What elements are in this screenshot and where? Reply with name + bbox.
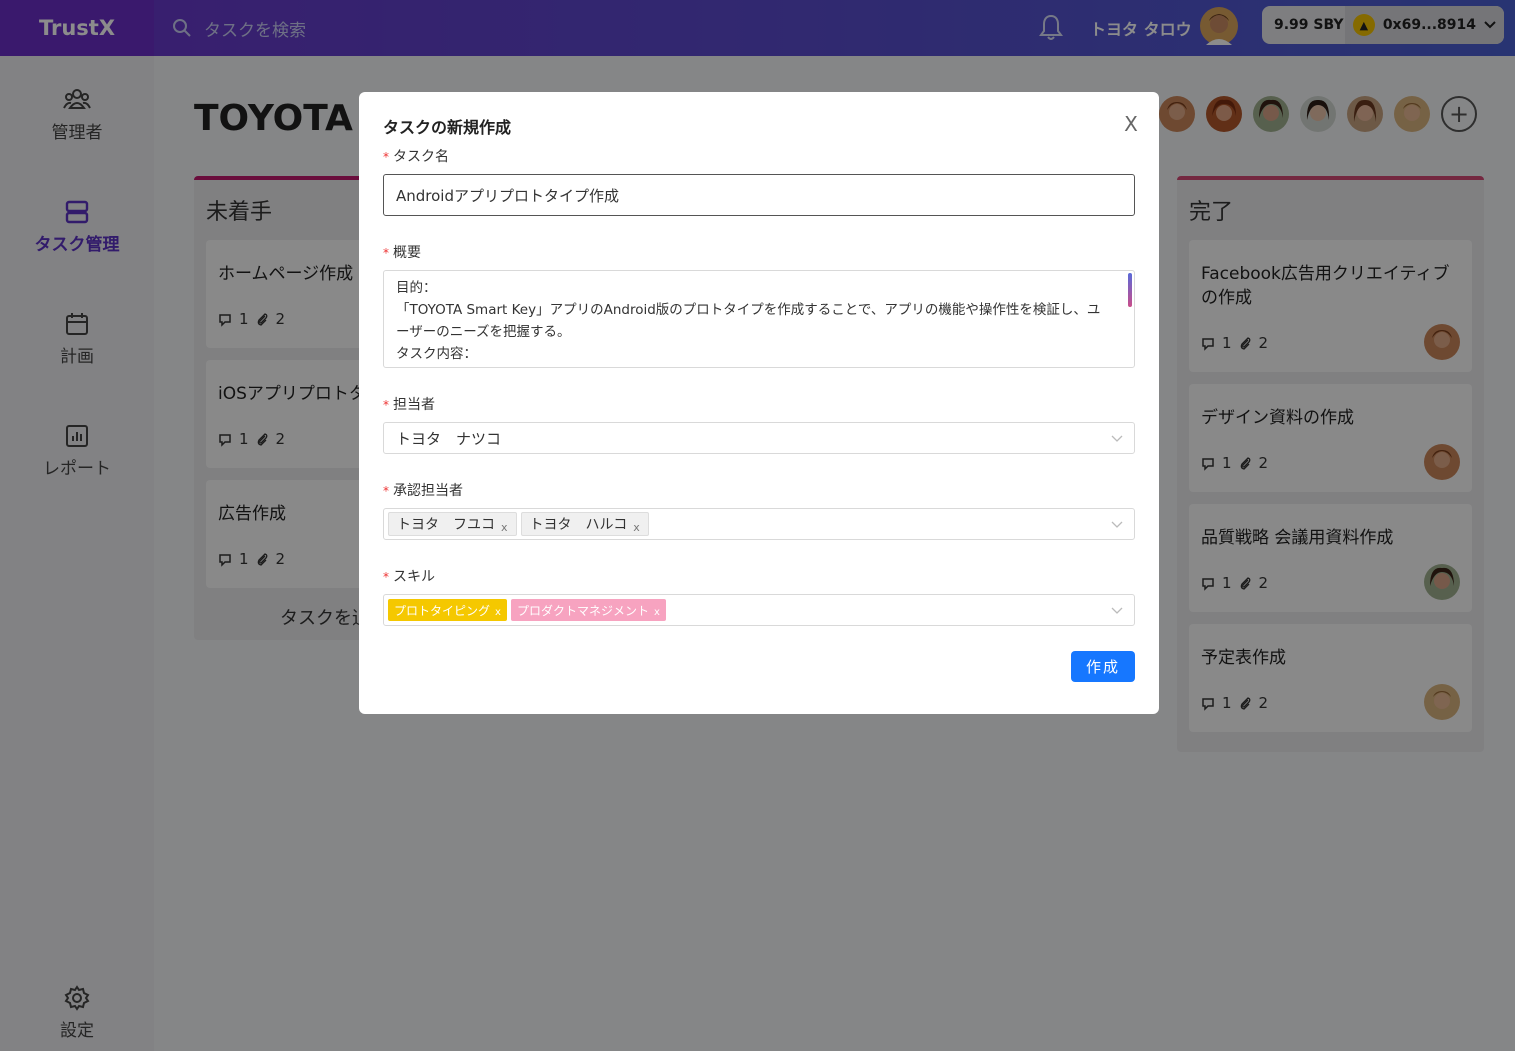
tag-label: プロダクトマネジメント (516, 603, 649, 618)
chevron-down-icon (1111, 435, 1123, 442)
task-name-label: * タスク名 (383, 146, 449, 166)
skill-label: * スキル (383, 566, 435, 586)
assignee-select[interactable]: トヨタ ナツコ (383, 422, 1135, 454)
tag-remove-icon[interactable]: x (501, 521, 508, 534)
approver-multiselect[interactable]: トヨタ フユコ x トヨタ ハルコ x (383, 508, 1135, 540)
tag-label: トヨタ フユコ (397, 517, 495, 533)
tag-remove-icon[interactable]: x (495, 607, 501, 618)
tag-remove-icon[interactable]: x (633, 521, 640, 534)
required-mark: * (383, 398, 389, 412)
summary-label: * 概要 (383, 242, 421, 262)
assignee-value: トヨタ ナツコ (396, 429, 502, 448)
required-mark: * (383, 484, 389, 498)
label-text: スキル (393, 569, 435, 585)
label-text: タスク名 (393, 149, 449, 165)
label-text: 概要 (393, 245, 421, 261)
tag-label: トヨタ ハルコ (529, 517, 628, 533)
close-icon[interactable]: X (1121, 114, 1141, 134)
summary-line: 目的： (396, 280, 437, 296)
dialog-title: タスクの新規作成 (383, 118, 512, 137)
label-text: 承認担当者 (393, 483, 463, 499)
create-button[interactable]: 作成 (1071, 651, 1135, 682)
label-text: 担当者 (393, 397, 435, 413)
tag-remove-icon[interactable]: x (654, 607, 660, 618)
tag-label: プロトタイピング (394, 603, 491, 618)
skill-tag: プロダクトマネジメント x (510, 599, 666, 621)
skill-tag: プロトタイピング x (388, 599, 507, 621)
required-mark: * (383, 246, 389, 260)
assignee-label: * 担当者 (383, 394, 435, 414)
create-task-dialog: タスクの新規作成 X * タスク名 Androidアプリプロトタイプ作成 * 概要 … (359, 92, 1159, 714)
chevron-down-icon (1111, 607, 1123, 614)
approver-tag: トヨタ フユコ x (388, 512, 517, 536)
summary-line: ーザーのニーズを把握する。 (396, 324, 571, 340)
summary-textarea[interactable]: 目的： 「TOYOTA Smart Key」アプリのAndroid版のプロトタイ… (383, 270, 1135, 368)
approver-tag: トヨタ ハルコ x (520, 512, 649, 536)
required-mark: * (383, 570, 389, 584)
summary-line: タスク内容： (396, 346, 477, 362)
chevron-down-icon (1111, 521, 1123, 528)
task-name-input[interactable]: Androidアプリプロトタイプ作成 (383, 174, 1135, 216)
required-mark: * (383, 150, 389, 164)
scrollbar[interactable] (1128, 273, 1132, 307)
summary-line: 「TOYOTA Smart Key」アプリのAndroid版のプロトタイプを作成… (396, 302, 1101, 318)
skill-multiselect[interactable]: プロトタイピング x プロダクトマネジメント x (383, 594, 1135, 626)
approver-label: * 承認担当者 (383, 480, 463, 500)
